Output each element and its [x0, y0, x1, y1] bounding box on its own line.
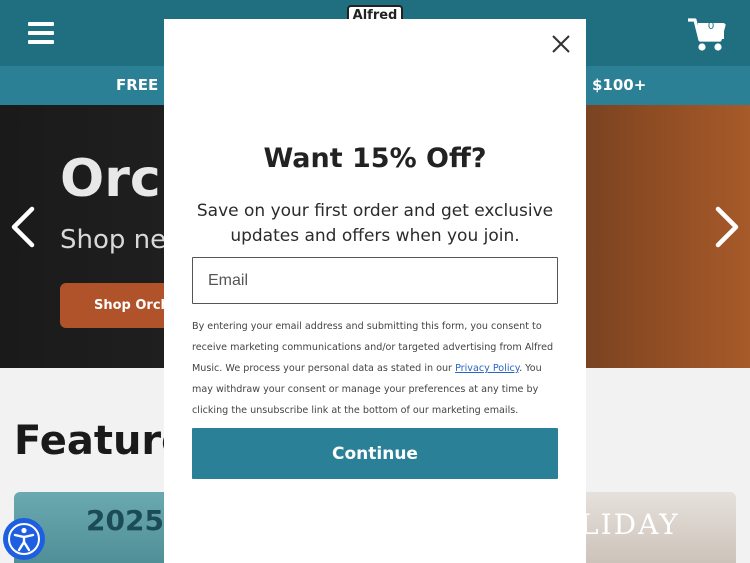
discount-signup-modal: Want 15% Off? Save on your first order a…: [164, 19, 586, 563]
modal-title: Want 15% Off?: [263, 143, 487, 174]
close-icon[interactable]: [548, 31, 574, 57]
email-field[interactable]: [192, 257, 558, 304]
modal-subtitle: Save on your first order and get exclusi…: [196, 201, 554, 246]
consent-text: By entering your email address and submi…: [192, 316, 562, 421]
privacy-policy-link[interactable]: Privacy Policy: [455, 363, 519, 374]
continue-button[interactable]: Continue: [192, 428, 558, 479]
